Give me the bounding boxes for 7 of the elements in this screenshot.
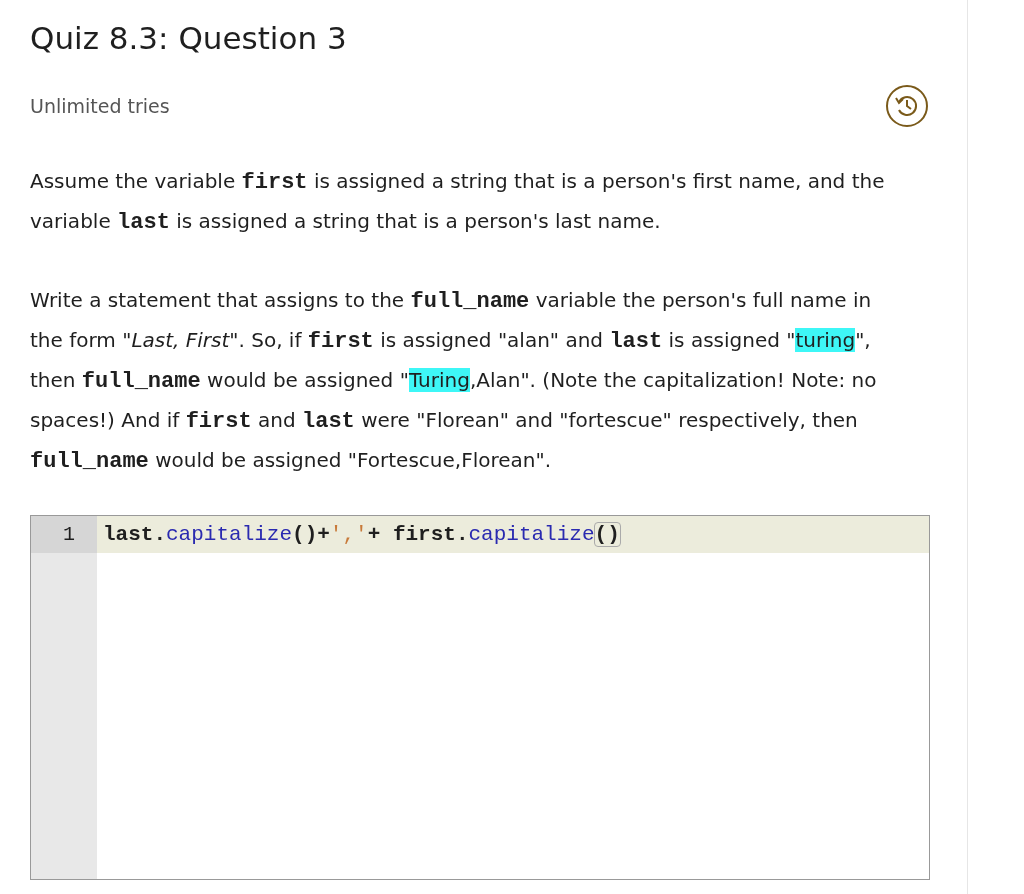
line-number: 1 (31, 516, 97, 553)
question-paragraph: Assume the variable first is assigned a string that is a person's first name, and the variable last is assigned a string that is a person's last name. (30, 168, 886, 237)
history-icon[interactable] (885, 84, 929, 128)
question-title: Quiz 8.3: Question 3 (30, 19, 348, 58)
code-editor[interactable]: 1 last.capitalize()+','+ first.capitalize() (30, 515, 930, 880)
tries-label: Unlimited tries (30, 95, 170, 117)
question-paragraph: Write a statement that assigns to the full_name variable the person's full name in the form "Last, First". So, if first is assigned "alan" and last is assigned "turing", then full_name would be assigned "Turing,Alan". (Note the capitalization! Note: no spaces!) And if first and last were "Florean" and "fortescue" respectively, then full_name would be assigned "Fortescue,Florean". (30, 287, 878, 476)
